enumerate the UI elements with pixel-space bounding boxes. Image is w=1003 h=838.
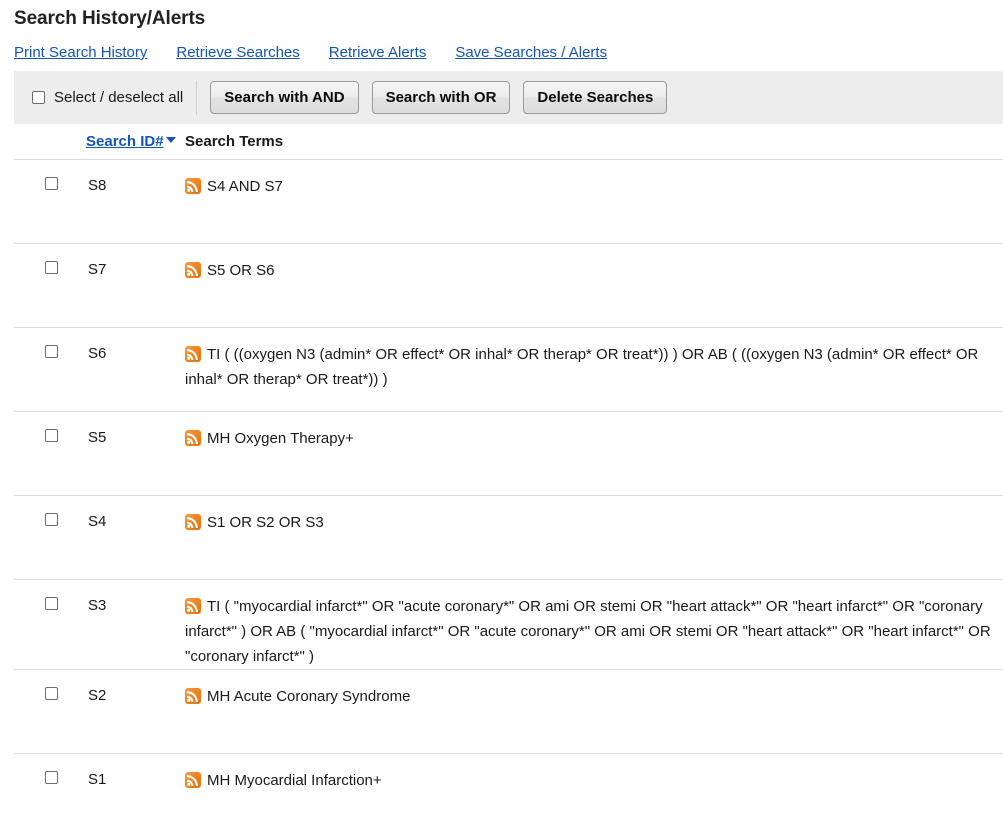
table-row: S7 S5 OR S6 xyxy=(14,244,1003,328)
rss-alert-icon[interactable] xyxy=(185,772,201,788)
caret-down-icon[interactable] xyxy=(165,136,176,143)
search-history-table: Search ID# Search Terms S8 S4 AND S7 S7 S5 … xyxy=(14,124,1003,838)
row-checkbox-cell xyxy=(14,426,72,447)
select-all-label: Select / deselect all xyxy=(54,88,184,106)
rss-alert-icon[interactable] xyxy=(185,514,201,530)
rss-alert-icon[interactable] xyxy=(185,262,201,278)
row-checkbox-cell xyxy=(14,258,72,279)
search-with-and-button[interactable]: Search with AND xyxy=(210,81,359,114)
save-searches-alerts-link[interactable]: Save Searches / Alerts xyxy=(455,44,607,61)
table-row: S2 MH Acute Coronary Syndrome xyxy=(14,670,1003,754)
delete-searches-button[interactable]: Delete Searches xyxy=(523,81,668,114)
table-row: S8 S4 AND S7 xyxy=(14,160,1003,244)
row-select-checkbox[interactable] xyxy=(45,687,58,700)
row-search-id: S8 xyxy=(88,177,107,194)
rss-alert-icon[interactable] xyxy=(185,598,201,614)
row-checkbox-cell xyxy=(14,510,72,531)
row-search-terms-cell: S5 OR S6 xyxy=(185,258,1003,283)
sort-by-search-id-link[interactable]: Search ID# xyxy=(86,133,164,150)
row-search-terms-text: S1 OR S2 OR S3 xyxy=(207,514,324,531)
row-checkbox-cell xyxy=(14,342,72,363)
row-select-checkbox[interactable] xyxy=(45,597,58,610)
header-search-id-cell: Search ID# xyxy=(72,133,185,151)
print-search-history-link[interactable]: Print Search History xyxy=(14,44,147,61)
row-search-terms-text: MH Myocardial Infarction+ xyxy=(207,772,382,789)
rss-alert-icon[interactable] xyxy=(185,688,201,704)
row-search-id: S1 xyxy=(88,771,107,788)
row-search-id: S2 xyxy=(88,687,107,704)
search-history-page: Search History/Alerts Print Search Histo… xyxy=(0,0,1003,838)
row-search-id: S4 xyxy=(88,513,107,530)
row-select-checkbox[interactable] xyxy=(45,345,58,358)
row-checkbox-cell xyxy=(14,594,72,615)
row-search-id: S5 xyxy=(88,429,107,446)
table-row: S6 TI ( ((oxygen N3 (admin* OR effect* OR… xyxy=(14,328,1003,412)
table-row: S3 TI ( "myocardial infarct*" OR "acute c… xyxy=(14,580,1003,670)
row-search-terms-cell: S1 OR S2 OR S3 xyxy=(185,510,1003,535)
row-checkbox-cell xyxy=(14,174,72,195)
row-search-terms-text: S5 OR S6 xyxy=(207,262,275,279)
search-history-toolbar: Select / deselect all Search with AND Se… xyxy=(14,71,1003,124)
row-search-id: S7 xyxy=(88,261,107,278)
table-header-row: Search ID# Search Terms xyxy=(14,124,1003,160)
action-links-bar: Print Search History Retrieve Searches Ret… xyxy=(0,30,1003,62)
select-all-checkbox[interactable] xyxy=(32,91,45,104)
row-search-id: S6 xyxy=(88,345,107,362)
header-search-terms-cell: Search Terms xyxy=(185,133,284,150)
row-search-terms-cell: MH Oxygen Therapy+ xyxy=(185,426,1003,451)
row-select-checkbox[interactable] xyxy=(45,177,58,190)
row-search-terms-cell: TI ( ((oxygen N3 (admin* OR effect* OR i… xyxy=(185,342,1003,392)
row-search-terms-text: S4 AND S7 xyxy=(207,178,283,195)
row-search-terms-cell: S4 AND S7 xyxy=(185,174,1003,199)
row-select-checkbox[interactable] xyxy=(45,513,58,526)
page-title: Search History/Alerts xyxy=(14,8,206,29)
row-search-terms-text: MH Oxygen Therapy+ xyxy=(207,430,354,447)
row-search-terms-cell: MH Acute Coronary Syndrome xyxy=(185,684,1003,709)
row-search-terms-cell: TI ( "myocardial infarct*" OR "acute cor… xyxy=(185,594,1003,669)
table-row: S1 MH Myocardial Infarction+ xyxy=(14,754,1003,838)
table-row: S5 MH Oxygen Therapy+ xyxy=(14,412,1003,496)
row-search-terms-text: MH Acute Coronary Syndrome xyxy=(207,688,411,705)
retrieve-searches-link[interactable]: Retrieve Searches xyxy=(176,44,299,61)
table-body: S8 S4 AND S7 S7 S5 OR S6 S6 TI ( ((oxygen N3 … xyxy=(14,160,1003,838)
row-checkbox-cell xyxy=(14,684,72,705)
row-select-checkbox[interactable] xyxy=(45,429,58,442)
search-with-or-button[interactable]: Search with OR xyxy=(371,81,511,114)
retrieve-alerts-link[interactable]: Retrieve Alerts xyxy=(329,44,427,61)
row-select-checkbox[interactable] xyxy=(45,261,58,274)
rss-alert-icon[interactable] xyxy=(185,346,201,362)
table-row: S4 S1 OR S2 OR S3 xyxy=(14,496,1003,580)
row-search-terms-text: TI ( "myocardial infarct*" OR "acute cor… xyxy=(185,598,991,665)
select-all-group[interactable]: Select / deselect all xyxy=(32,80,198,115)
row-select-checkbox[interactable] xyxy=(45,771,58,784)
rss-alert-icon[interactable] xyxy=(185,430,201,446)
row-search-terms-text: TI ( ((oxygen N3 (admin* OR effect* OR i… xyxy=(185,346,979,388)
row-search-id: S3 xyxy=(88,597,107,614)
rss-alert-icon[interactable] xyxy=(185,178,201,194)
row-checkbox-cell xyxy=(14,768,72,789)
row-search-terms-cell: MH Myocardial Infarction+ xyxy=(185,768,1003,793)
